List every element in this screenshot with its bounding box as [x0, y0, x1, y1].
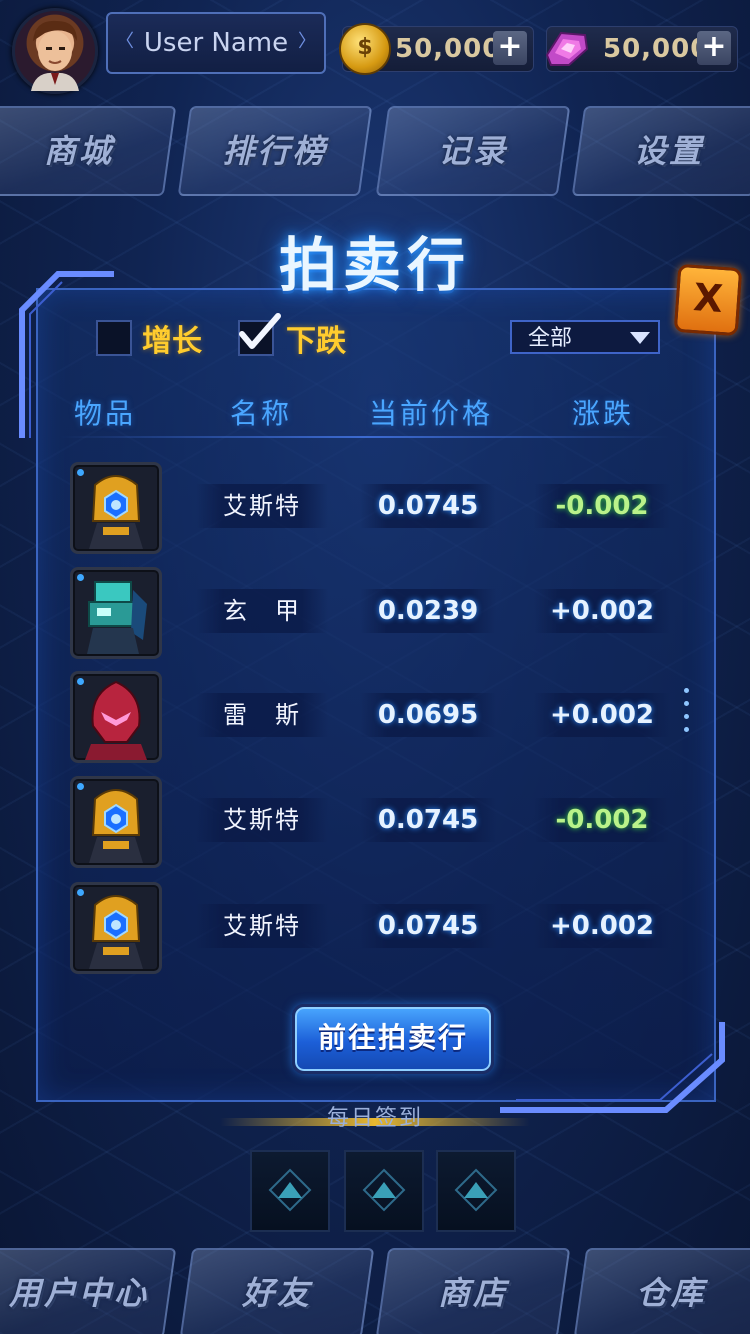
tab-warehouse[interactable]: 仓库	[573, 1248, 750, 1334]
slot-indicator-icon	[77, 469, 84, 476]
add-coins-button[interactable]: +	[493, 31, 527, 65]
rise-label: 增长	[142, 324, 202, 359]
tab-settings[interactable]: 设置	[571, 106, 750, 196]
column-header-change: 涨跌	[571, 397, 634, 430]
reward-emblem-icon	[362, 1168, 406, 1212]
cyan-robot-icon	[87, 581, 147, 654]
right-bracket-icon: 〉	[298, 31, 316, 52]
item-name: 艾斯特	[196, 904, 328, 948]
bottom-nav: 用户中心 好友 商店 仓库	[0, 1244, 750, 1334]
rise-checkbox[interactable]	[96, 320, 132, 356]
slot-indicator-icon	[77, 889, 84, 896]
avatar-portrait-icon	[31, 20, 79, 91]
tab-friends[interactable]: 好友	[179, 1248, 375, 1334]
scroll-dot-icon	[684, 727, 689, 732]
daily-reward-slot[interactable]	[250, 1150, 330, 1232]
table-row[interactable]: 艾斯特 0.0745 -0.002	[0, 776, 750, 872]
item-slot[interactable]	[70, 671, 162, 763]
gold-robot-icon	[89, 789, 143, 863]
checkmark-icon	[239, 313, 281, 349]
item-change: +0.002	[534, 904, 670, 948]
gold-robot-icon	[89, 895, 143, 969]
top-nav: 商城 排行榜 记录 设置	[0, 100, 750, 196]
item-price: 0.0239	[360, 589, 496, 633]
item-name: 艾斯特	[196, 798, 328, 842]
username-field[interactable]: 〈 User Name 〉	[106, 12, 326, 74]
game-screen: 〈 User Name 〉 $ 50,000 + 50,000 + 商城 排行榜…	[0, 0, 750, 1334]
slot-indicator-icon	[77, 678, 84, 685]
item-slot[interactable]	[70, 567, 162, 659]
table-row[interactable]: 玄 甲 0.0239 +0.002	[0, 567, 750, 663]
column-header-name: 名称	[229, 397, 292, 430]
column-header-item: 物品	[73, 397, 136, 430]
item-name: 玄 甲	[196, 589, 328, 633]
purple-gem-icon	[545, 31, 589, 66]
scroll-dot-icon	[684, 688, 689, 693]
daily-reward-slot[interactable]	[436, 1150, 516, 1232]
daily-signin-label: 每日签到	[326, 1106, 423, 1131]
gold-robot-icon	[89, 475, 143, 549]
dropdown-value: 全部	[528, 326, 573, 351]
tab-leaderboard[interactable]: 排行榜	[177, 106, 373, 196]
table-row[interactable]: 艾斯特 0.0745 -0.002	[0, 462, 750, 558]
slot-indicator-icon	[77, 783, 84, 790]
gold-coin-icon: $	[339, 23, 391, 75]
username-text: User Name	[143, 28, 289, 58]
top-bar: 〈 User Name 〉 $ 50,000 + 50,000 +	[0, 0, 750, 96]
item-price: 0.0695	[360, 693, 496, 737]
red-helmet-icon	[85, 680, 147, 760]
scroll-dot-icon	[684, 701, 689, 706]
slot-indicator-icon	[77, 574, 84, 581]
add-gems-button[interactable]: +	[697, 31, 731, 65]
column-header-price: 当前价格	[368, 397, 493, 430]
coin-balance: $ 50,000 +	[339, 23, 534, 75]
item-slot[interactable]	[70, 882, 162, 974]
item-name: 艾斯特	[196, 484, 328, 528]
daily-reward-slot[interactable]	[344, 1150, 424, 1232]
gem-balance: 50,000 +	[545, 26, 738, 72]
item-change: -0.002	[534, 798, 670, 842]
item-name: 雷 斯	[196, 693, 328, 737]
fall-checkbox[interactable]	[238, 313, 281, 356]
tab-mall[interactable]: 商城	[0, 106, 177, 196]
header-divider	[60, 436, 670, 438]
gem-amount: 50,000	[603, 34, 710, 64]
avatar[interactable]	[12, 8, 98, 94]
goto-auction-button[interactable]: 前往拍卖行	[292, 1004, 494, 1074]
item-change: -0.002	[534, 484, 670, 528]
close-button[interactable]: X	[673, 263, 743, 337]
item-price: 0.0745	[360, 798, 496, 842]
scroll-dot-icon	[684, 714, 689, 719]
item-price: 0.0745	[360, 484, 496, 528]
reward-emblem-icon	[268, 1168, 312, 1212]
coin-amount: 50,000	[395, 34, 502, 64]
reward-emblem-icon	[454, 1168, 498, 1212]
item-slot[interactable]	[70, 462, 162, 554]
table-row[interactable]: 艾斯特 0.0745 +0.002	[0, 882, 750, 978]
left-bracket-icon: 〈	[116, 31, 134, 52]
item-price: 0.0745	[360, 904, 496, 948]
tab-user-center[interactable]: 用户中心	[0, 1248, 177, 1334]
item-change: +0.002	[534, 693, 670, 737]
tab-shop[interactable]: 商店	[375, 1248, 571, 1334]
auction-title: 拍卖行	[278, 231, 471, 299]
caret-down-icon	[630, 332, 650, 344]
item-slot[interactable]	[70, 776, 162, 868]
category-dropdown[interactable]: 全部	[510, 320, 660, 354]
tab-records[interactable]: 记录	[375, 106, 571, 196]
scroll-indicator[interactable]	[684, 688, 689, 740]
item-change: +0.002	[534, 589, 670, 633]
table-row[interactable]: 雷 斯 0.0695 +0.002	[0, 671, 750, 767]
fall-label: 下跌	[286, 324, 346, 359]
